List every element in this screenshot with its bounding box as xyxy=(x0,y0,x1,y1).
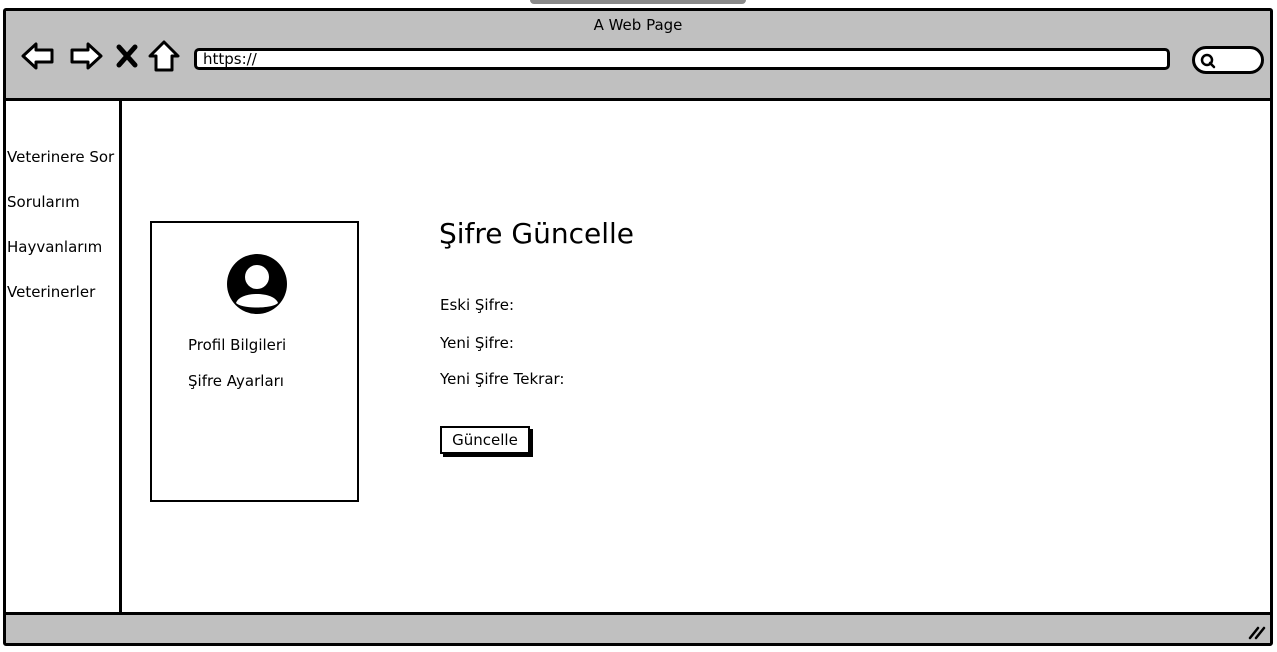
confirm-password-label: Yeni Şifre Tekrar: xyxy=(440,370,565,388)
search-button[interactable] xyxy=(1192,46,1264,74)
sidebar-item-veterinere-sor[interactable]: Veterinere Sor xyxy=(7,148,114,166)
arrow-left-icon xyxy=(21,42,54,70)
sidebar-item-hayvanlarim[interactable]: Hayvanlarım xyxy=(7,238,102,256)
browser-toolbar: A Web Page xyxy=(6,11,1270,101)
forward-button[interactable] xyxy=(68,38,104,74)
home-button[interactable] xyxy=(146,38,182,74)
browser-window: A Web Page https:// Veterinere Sor Sorul… xyxy=(3,8,1273,646)
profile-info-link[interactable]: Profil Bilgileri xyxy=(188,336,286,354)
sidebar-item-sorularim[interactable]: Sorularım xyxy=(7,193,80,211)
url-input[interactable] xyxy=(194,48,1170,70)
arrow-right-icon xyxy=(70,42,103,70)
back-button[interactable] xyxy=(20,38,56,74)
resize-grip-icon[interactable] xyxy=(1248,622,1266,640)
password-settings-link[interactable]: Şifre Ayarları xyxy=(188,372,284,390)
sidebar-nav: Veterinere Sor Sorularım Hayvanlarım Vet… xyxy=(6,101,122,618)
confirm-password-field[interactable] xyxy=(586,368,840,392)
user-avatar-icon xyxy=(227,254,287,314)
page-title: Şifre Güncelle xyxy=(439,217,635,250)
new-password-field[interactable] xyxy=(586,332,840,356)
update-button[interactable]: Güncelle xyxy=(440,426,530,454)
search-icon xyxy=(1200,53,1216,69)
sidebar-item-veterinerler[interactable]: Veterinerler xyxy=(7,283,95,301)
close-icon xyxy=(116,44,138,68)
old-password-field[interactable] xyxy=(586,294,840,318)
home-icon xyxy=(148,40,180,72)
window-title: A Web Page xyxy=(593,16,683,34)
window-tab-handle xyxy=(530,0,746,4)
status-bar xyxy=(6,612,1270,643)
new-password-label: Yeni Şifre: xyxy=(440,334,514,352)
profile-card: Profil Bilgileri Şifre Ayarları xyxy=(150,221,359,502)
old-password-label: Eski Şifre: xyxy=(440,296,515,314)
stop-button[interactable] xyxy=(112,38,142,74)
